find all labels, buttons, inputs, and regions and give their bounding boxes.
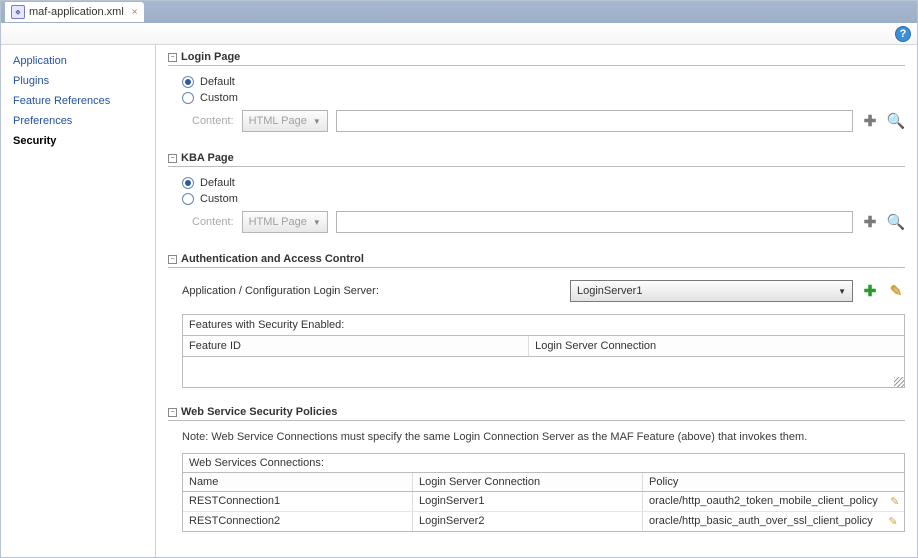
- dropdown-icon: ▼: [313, 218, 321, 227]
- content-path-input[interactable]: [336, 211, 853, 233]
- collapse-icon[interactable]: −: [168, 255, 177, 264]
- cell-login: LoginServer2: [413, 512, 643, 531]
- content-type-select: HTML Page ▼: [242, 110, 328, 132]
- edit-row-icon[interactable]: ✎: [882, 512, 904, 531]
- login-server-label: Application / Configuration Login Server…: [182, 285, 562, 297]
- radio-label-default: Default: [200, 76, 235, 88]
- section-title: KBA Page: [181, 152, 234, 164]
- cell-login: LoginServer1: [413, 492, 643, 511]
- kba-page-section: − KBA Page Default Custom Content: HTML …: [168, 152, 905, 235]
- title-bar: ⋄ maf-application.xml ×: [1, 1, 917, 23]
- ws-table: Web Services Connections: Name Login Ser…: [182, 453, 905, 532]
- section-title: Authentication and Access Control: [181, 253, 364, 265]
- col-login: Login Server Connection: [413, 473, 643, 491]
- search-icon[interactable]: 🔍: [887, 213, 905, 231]
- sidebar-item-preferences[interactable]: Preferences: [1, 111, 155, 131]
- col-policy: Policy: [643, 473, 882, 491]
- search-icon[interactable]: 🔍: [887, 112, 905, 130]
- sidebar: Application Plugins Feature References P…: [1, 45, 156, 557]
- cell-policy: oracle/http_oauth2_token_mobile_client_p…: [643, 492, 884, 511]
- content-label: Content:: [192, 115, 234, 127]
- dropdown-icon: ▼: [838, 287, 846, 296]
- content-label: Content:: [192, 216, 234, 228]
- col-login-conn: Login Server Connection: [529, 336, 904, 356]
- sidebar-item-application[interactable]: Application: [1, 51, 155, 71]
- add-icon[interactable]: ✚: [861, 112, 879, 130]
- login-server-select[interactable]: LoginServer1 ▼: [570, 280, 853, 302]
- features-caption: Features with Security Enabled:: [183, 315, 904, 335]
- cell-name: RESTConnection2: [183, 512, 413, 531]
- section-title: Login Page: [181, 51, 240, 63]
- collapse-icon[interactable]: −: [168, 154, 177, 163]
- collapse-icon[interactable]: −: [168, 53, 177, 62]
- add-icon[interactable]: ✚: [861, 213, 879, 231]
- features-header: Feature ID Login Server Connection: [183, 335, 904, 357]
- ws-caption: Web Services Connections:: [183, 454, 904, 472]
- radio-default[interactable]: [182, 76, 194, 88]
- radio-label-custom: Custom: [200, 92, 238, 104]
- xml-file-icon: ⋄: [11, 5, 25, 19]
- sidebar-item-security[interactable]: Security: [1, 131, 155, 151]
- sidebar-item-feature-references[interactable]: Feature References: [1, 91, 155, 111]
- toolbar: ?: [1, 23, 917, 45]
- col-name: Name: [183, 473, 413, 491]
- auth-section: − Authentication and Access Control Appl…: [168, 253, 905, 388]
- features-body: [183, 357, 904, 387]
- radio-default[interactable]: [182, 177, 194, 189]
- radio-custom[interactable]: [182, 92, 194, 104]
- ws-row: RESTConnection1 LoginServer1 oracle/http…: [183, 492, 904, 512]
- section-title: Web Service Security Policies: [181, 406, 337, 418]
- radio-custom[interactable]: [182, 193, 194, 205]
- ws-row: RESTConnection2 LoginServer2 oracle/http…: [183, 512, 904, 531]
- cell-name: RESTConnection1: [183, 492, 413, 511]
- tab-title: maf-application.xml: [29, 6, 124, 18]
- close-icon[interactable]: ×: [132, 7, 138, 18]
- help-icon[interactable]: ?: [895, 26, 911, 42]
- edit-server-icon[interactable]: ✎: [887, 282, 905, 300]
- file-tab[interactable]: ⋄ maf-application.xml ×: [5, 2, 144, 22]
- sidebar-item-plugins[interactable]: Plugins: [1, 71, 155, 91]
- features-table: Features with Security Enabled: Feature …: [182, 314, 905, 388]
- content-type-select: HTML Page ▼: [242, 211, 328, 233]
- add-server-icon[interactable]: ✚: [861, 282, 879, 300]
- collapse-icon[interactable]: −: [168, 408, 177, 417]
- radio-label-custom: Custom: [200, 193, 238, 205]
- main-panel: − Login Page Default Custom Content: HTM…: [156, 45, 917, 557]
- dropdown-icon: ▼: [313, 117, 321, 126]
- cell-policy: oracle/http_basic_auth_over_ssl_client_p…: [643, 512, 882, 531]
- radio-label-default: Default: [200, 177, 235, 189]
- content-path-input[interactable]: [336, 110, 853, 132]
- col-feature-id: Feature ID: [183, 336, 529, 356]
- ws-section: − Web Service Security Policies Note: We…: [168, 406, 905, 532]
- edit-row-icon[interactable]: ✎: [884, 492, 906, 511]
- login-page-section: − Login Page Default Custom Content: HTM…: [168, 51, 905, 134]
- ws-header: Name Login Server Connection Policy: [183, 472, 904, 492]
- resize-handle-icon[interactable]: [894, 377, 904, 387]
- ws-note: Note: Web Service Connections must speci…: [168, 429, 905, 453]
